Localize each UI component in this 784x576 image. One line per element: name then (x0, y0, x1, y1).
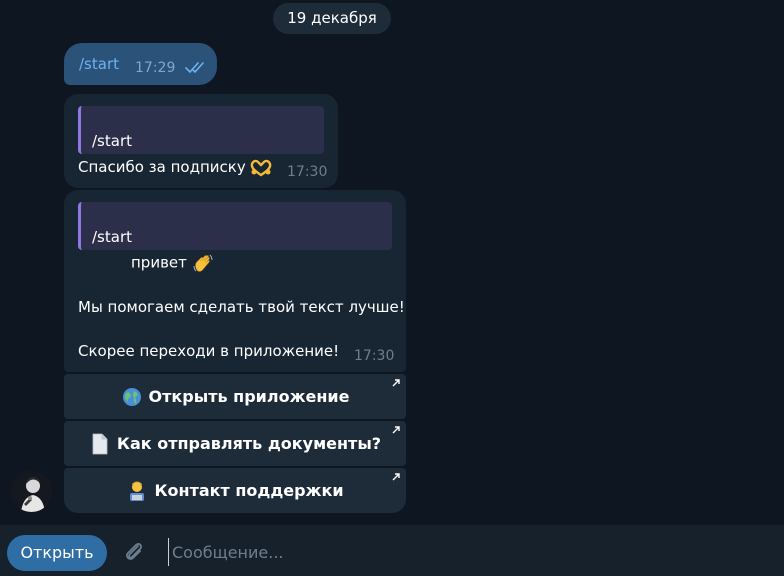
message-input[interactable] (168, 538, 668, 566)
paperclip-icon[interactable] (121, 539, 147, 565)
message-line: Скорее переходи в приложение! (78, 342, 340, 360)
heart-hands-emoji (251, 159, 272, 176)
reply-quote-text: /start (92, 132, 132, 150)
how-to-send-documents-button[interactable]: Как отправлять документы? (64, 421, 406, 466)
document-icon (92, 433, 108, 454)
reply-quote[interactable]: /start (78, 106, 324, 154)
incoming-message[interactable]: /start привет Мы помогаем сделать твой т… (64, 190, 406, 372)
avatar[interactable] (11, 471, 52, 512)
message-text-content: Спасибо за подписку (78, 158, 246, 176)
external-link-icon (392, 379, 400, 387)
outgoing-message-text: /start (79, 55, 119, 73)
bot-avatar-image (11, 471, 52, 512)
globe-icon (122, 387, 141, 406)
incoming-message[interactable]: /start Спасибо за подписку 17:30 (64, 94, 338, 188)
date-separator: 19 декабря (273, 3, 391, 34)
message-composer: Открыть (0, 525, 784, 576)
message-line: Мы помогаем сделать твой текст лучше! (78, 298, 405, 316)
greeting-text: привет (131, 252, 214, 274)
support-contact-label: Контакт поддержки (154, 481, 344, 500)
waving-hand-emoji (193, 254, 213, 272)
greeting-text-content: привет (131, 253, 187, 272)
reply-quote-text: /start (92, 228, 132, 246)
message-text: Спасибо за подписку (78, 158, 272, 177)
outgoing-message-time: 17:29 (135, 60, 176, 76)
open-app-button[interactable]: Открыть приложение (64, 374, 406, 419)
technologist-icon (130, 481, 145, 501)
double-check-icon (185, 62, 204, 74)
outgoing-message[interactable]: /start 17:29 (64, 43, 217, 85)
external-link-icon (392, 426, 400, 434)
reply-quote[interactable]: /start (78, 202, 392, 250)
message-time: 17:30 (287, 164, 328, 180)
chat-area: 19 декабря /start 17:29 /start Спасибо з… (0, 0, 784, 525)
external-link-icon (392, 473, 400, 481)
message-time: 17:30 (354, 348, 395, 364)
support-contact-button[interactable]: Контакт поддержки (64, 468, 406, 513)
open-button[interactable]: Открыть (7, 535, 107, 571)
how-to-send-documents-label: Как отправлять документы? (116, 434, 382, 453)
open-app-label: Открыть приложение (148, 387, 350, 406)
